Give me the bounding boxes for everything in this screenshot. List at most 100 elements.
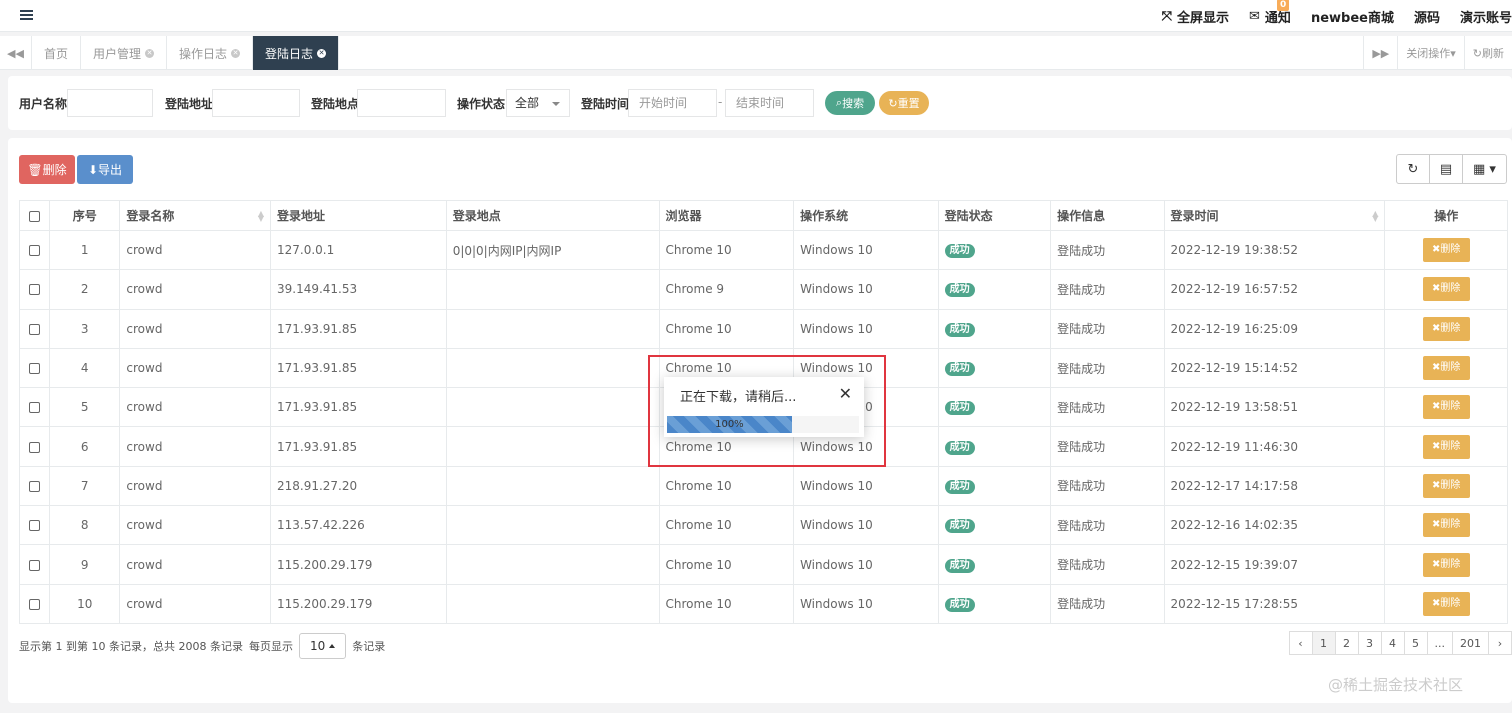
row-checkbox[interactable] [18, 269, 51, 310]
checkbox[interactable] [29, 284, 41, 296]
checkbox[interactable] [29, 363, 41, 375]
end-time-input[interactable]: 结束时间 [725, 89, 814, 117]
checkbox[interactable] [29, 520, 41, 532]
page-link[interactable]: 4 [1380, 631, 1405, 655]
table-row[interactable]: 7 crowd 218.91.27.20 Chrome 10 Windows 10 成功 登… [18, 465, 1508, 507]
status-badge: 成功 [944, 283, 975, 298]
login-name-cell: crowd [119, 308, 271, 349]
row-checkbox[interactable] [18, 465, 51, 507]
row-delete-button[interactable]: ✖删除 [1422, 395, 1470, 420]
close-icon[interactable]: ✕ [145, 48, 155, 58]
tab-user-management[interactable]: 用户管理 ✕ [81, 36, 168, 70]
demo-account-link[interactable]: 演示账号 [1460, 7, 1512, 26]
page-size-dropdown[interactable]: 10 [298, 633, 347, 659]
row-delete-button[interactable]: ✖删除 [1422, 356, 1470, 381]
backward-icon[interactable]: ◀◀ [0, 36, 32, 70]
checkbox[interactable] [29, 559, 41, 571]
close-icon[interactable]: ✕ [317, 48, 327, 58]
caret-down-icon: ▾ [1450, 46, 1456, 60]
column-header-sortable[interactable]: 登录时间 ▲ ▼ [1163, 200, 1386, 231]
row-checkbox[interactable] [18, 583, 51, 624]
start-time-input[interactable]: 开始时间 [628, 89, 717, 117]
row-delete-button[interactable]: ✖删除 [1422, 434, 1470, 459]
page-link[interactable]: 2 [1334, 631, 1359, 655]
tab-login-log[interactable]: 登陆日志 ✕ [253, 36, 340, 70]
checkbox[interactable] [29, 323, 41, 335]
row-delete-button[interactable]: ✖删除 [1422, 591, 1470, 616]
checkbox[interactable] [29, 402, 41, 414]
browser-cell: Chrome 10 [658, 229, 795, 271]
row-checkbox[interactable] [18, 544, 51, 585]
refresh-tab-button[interactable]: ↻ 刷新 [1463, 36, 1512, 70]
source-link[interactable]: 源码 [1414, 7, 1440, 26]
status-select[interactable]: 全部 [506, 89, 570, 117]
row-checkbox[interactable] [18, 426, 51, 467]
forward-icon[interactable]: ▶▶ [1363, 36, 1397, 70]
select-all-checkbox[interactable] [18, 200, 51, 231]
tab-operation-log[interactable]: 操作日志 ✕ [167, 36, 254, 70]
column-header-sortable[interactable]: 登录名称 ▲ ▼ [119, 200, 271, 231]
row-checkbox[interactable] [18, 347, 51, 389]
batch-delete-button[interactable]: 🗑 删除 [19, 155, 75, 184]
page-link[interactable]: 3 [1357, 631, 1382, 655]
search-button[interactable]: ⌕ 搜索 [825, 91, 875, 115]
table-row[interactable]: 8 crowd 113.57.42.226 Chrome 10 Windows 10 成功… [18, 505, 1508, 546]
checkbox[interactable] [29, 245, 41, 257]
page-link[interactable]: ‹ [1288, 631, 1313, 655]
row-delete-button[interactable]: ✖删除 [1422, 552, 1470, 577]
page-link[interactable]: 201 [1452, 631, 1489, 655]
column-header: 登录地址 [269, 200, 447, 231]
dialog-title: 正在下载，请稍后... [680, 390, 797, 405]
action-cell: ✖删除 [1384, 308, 1508, 349]
row-delete-button[interactable]: ✖删除 [1422, 473, 1470, 498]
table-row[interactable]: 10 crowd 115.200.29.179 Chrome 10 Windows 10… [18, 583, 1508, 624]
export-button[interactable]: ⬇ 导出 [77, 155, 133, 184]
notice-button[interactable]: ✉ 通知 0 [1249, 0, 1291, 26]
brand-link[interactable]: newbee商城 [1311, 7, 1394, 26]
address-input[interactable] [212, 89, 300, 117]
os-cell: Windows 10 [793, 505, 939, 546]
status-cell: 成功 [937, 229, 1052, 271]
table-row[interactable]: 1 crowd 127.0.0.1 0|0|0|内网IP|内网IP Chrome 10 W… [18, 229, 1508, 271]
table-row[interactable]: 3 crowd 171.93.91.85 Chrome 10 Windows 10 成功 登… [18, 308, 1508, 349]
checkbox[interactable] [29, 441, 41, 453]
column-header-label: 登录时间 [1170, 209, 1219, 223]
page-link[interactable]: 5 [1403, 631, 1428, 655]
username-input[interactable] [67, 89, 153, 117]
table-row[interactable]: 9 crowd 115.200.29.179 Chrome 10 Windows 10 成… [18, 544, 1508, 585]
row-delete-button[interactable]: ✖删除 [1422, 277, 1470, 302]
row-delete-button[interactable]: ✖删除 [1422, 238, 1470, 263]
close-icon[interactable]: ✕ [231, 48, 241, 58]
row-checkbox[interactable] [18, 229, 51, 271]
status-cell: 成功 [937, 426, 1052, 467]
fullscreen-button[interactable]: ⤧ 全屏显示 [1162, 7, 1229, 26]
table-row[interactable]: 2 crowd 39.149.41.53 Chrome 9 Windows 10 成功 登陆… [18, 269, 1508, 310]
tab-home[interactable]: 首页 [32, 36, 82, 70]
checkbox[interactable] [29, 598, 41, 610]
page-link[interactable]: › [1488, 631, 1512, 655]
hamburger-icon[interactable] [20, 10, 33, 21]
checkbox[interactable] [29, 210, 41, 222]
login-location-cell [445, 583, 660, 624]
row-checkbox[interactable] [18, 308, 51, 349]
login-address-cell: 171.93.91.85 [269, 308, 447, 349]
checkbox[interactable] [29, 480, 41, 492]
row-checkbox[interactable] [18, 505, 51, 546]
refresh-icon[interactable]: ↻ [1397, 155, 1430, 183]
row-delete-button[interactable]: ✖删除 [1422, 513, 1470, 538]
row-delete-button[interactable]: ✖删除 [1422, 316, 1470, 341]
status-badge: 成功 [944, 597, 975, 612]
location-input[interactable] [357, 89, 446, 117]
page-link[interactable]: ... [1426, 631, 1453, 655]
page-link[interactable]: 1 [1311, 631, 1336, 655]
columns-icon[interactable]: ▦ ▾ [1463, 155, 1506, 183]
close-icon[interactable]: ✕ [839, 384, 852, 403]
reset-button[interactable]: ↻ 重置 [879, 91, 929, 115]
row-checkbox[interactable] [18, 387, 51, 428]
location-label: 登陆地点 [311, 97, 360, 111]
login-time-cell: 2022-12-19 15:14:52 [1163, 347, 1386, 389]
login-name-cell: crowd [119, 229, 271, 271]
toggle-view-icon[interactable]: ▤ [1430, 155, 1463, 183]
column-header-label: 登录名称 [126, 209, 175, 223]
close-ops-dropdown[interactable]: 关闭操作 ▾ [1397, 36, 1464, 70]
